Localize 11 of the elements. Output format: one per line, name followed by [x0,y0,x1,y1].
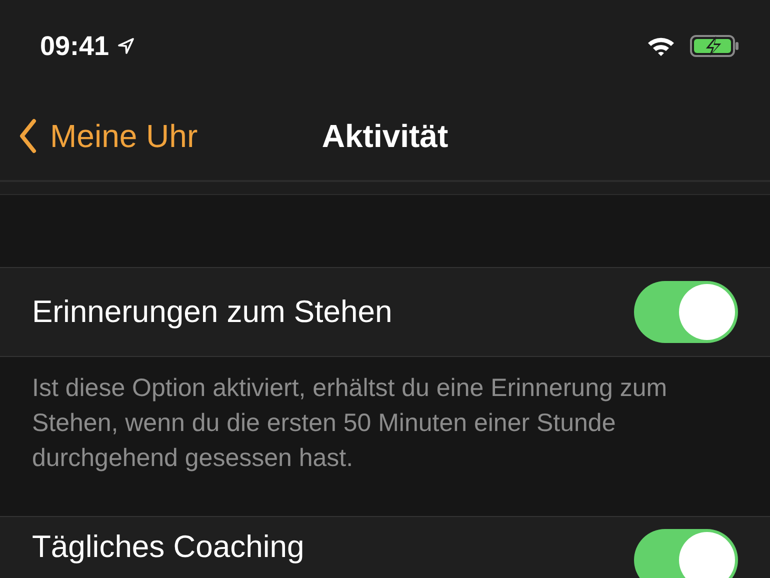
chevron-left-icon [18,118,38,154]
status-time: 09:41 [40,30,110,62]
location-arrow-icon [117,37,136,55]
battery-charging-icon [690,34,740,58]
page-title: Aktivität [322,118,448,154]
setting-label: Tägliches Coaching [32,529,304,565]
setting-description: Ist diese Option aktiviert, erhältst du eine Erinnerung zum Stehen, wenn du die ersten 50 Minuten einer Stunde durchgehend gesessen hast. [32,373,668,474]
setting-label: Erinnerungen zum Stehen [32,294,392,330]
back-button[interactable]: Meine Uhr [18,92,198,180]
toggle-switch[interactable] [634,529,738,578]
wifi-icon [646,35,676,57]
